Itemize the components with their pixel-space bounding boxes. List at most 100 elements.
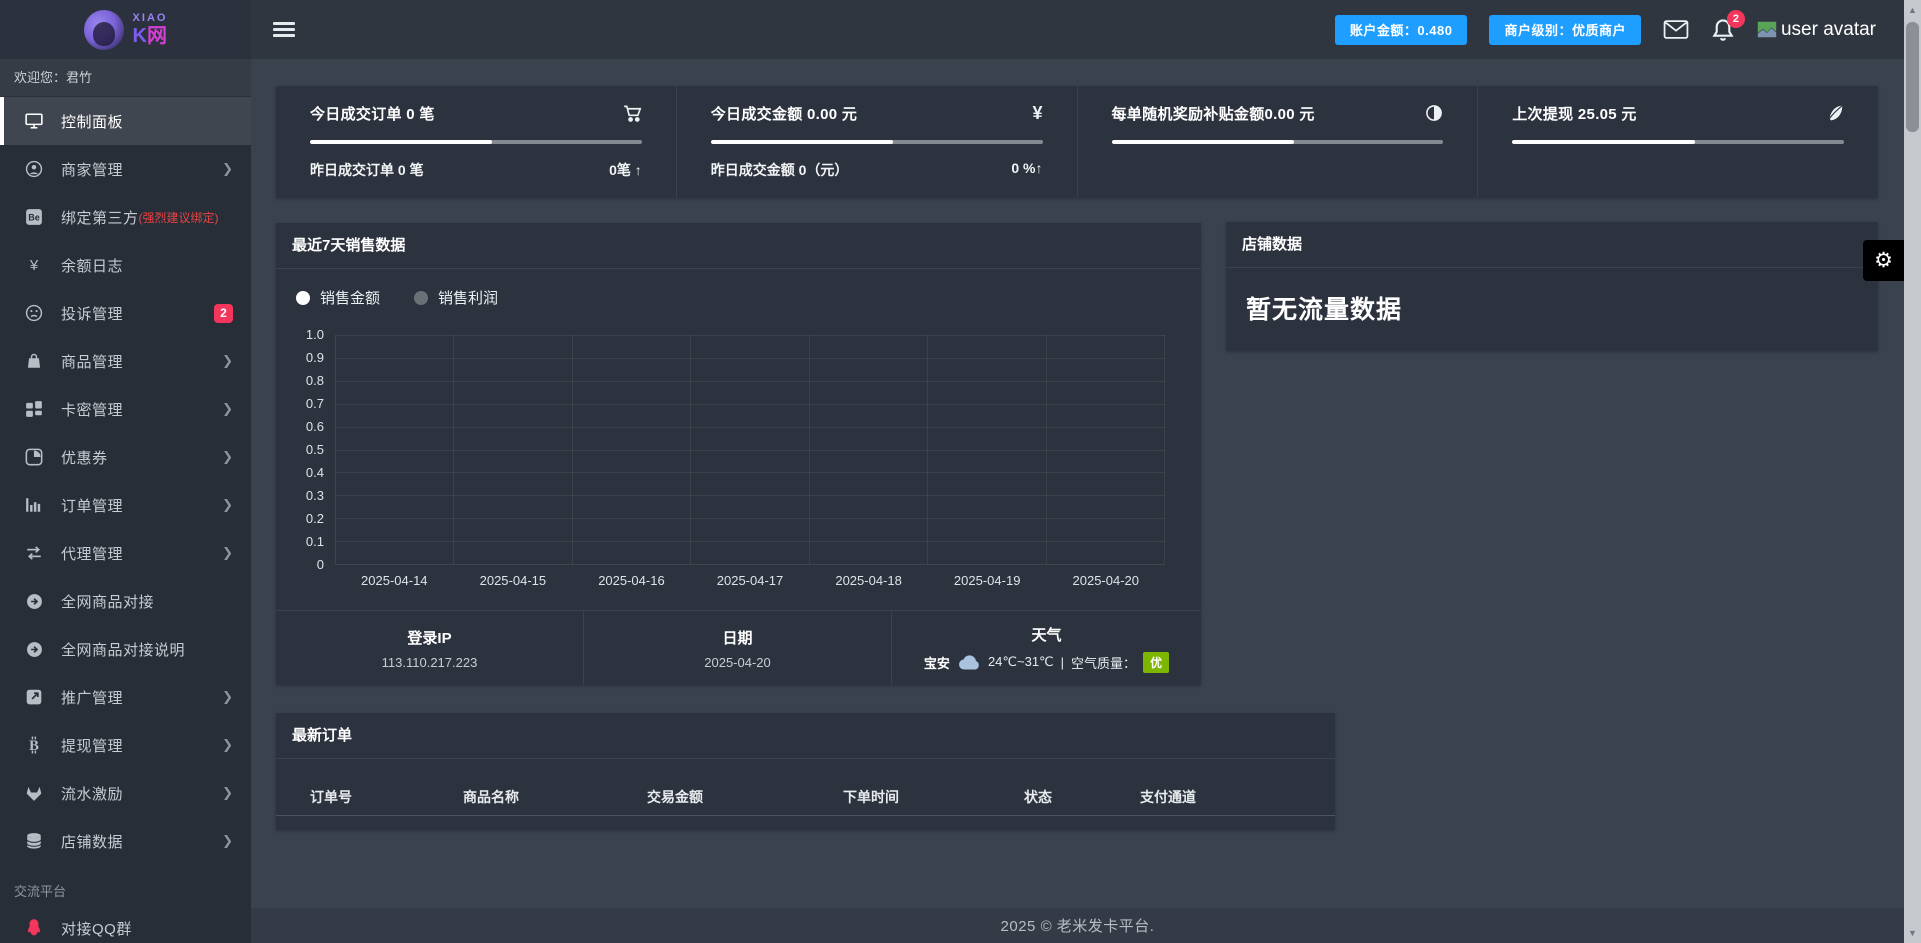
chevron-right-icon: ❯ xyxy=(222,545,233,560)
sidebar-item-complaints[interactable]: 投诉管理 2 xyxy=(0,289,251,337)
shop-panel-title: 店铺数据 xyxy=(1226,222,1878,268)
sidebar-item-dashboard[interactable]: 控制面板 xyxy=(0,97,251,145)
gear-icon: ⚙ xyxy=(1874,249,1893,272)
settings-gear-button[interactable]: ⚙ xyxy=(1863,240,1904,281)
orders-table-header: 订单号 商品名称 交易金额 下单时间 状态 支付通道 xyxy=(276,779,1335,816)
sidebar-item-promotion[interactable]: 推广管理 ❯ xyxy=(0,673,251,721)
database-icon xyxy=(24,832,44,850)
sidebar-item-card-keys[interactable]: 卡密管理 ❯ xyxy=(0,385,251,433)
scroll-down-arrow[interactable]: ▼ xyxy=(1904,925,1921,941)
sidebar-item-merchant[interactable]: 商家管理 ❯ xyxy=(0,145,251,193)
orders-panel-title: 最新订单 xyxy=(276,713,1335,759)
sidebar-item-flow-incentive[interactable]: 流水激励 ❯ xyxy=(0,769,251,817)
chevron-right-icon: ❯ xyxy=(222,497,233,512)
stat-card-last-withdrawal: 上次提现 25.05 元 xyxy=(1477,86,1878,198)
sidebar-item-withdrawal[interactable]: B 提现管理 ❯ xyxy=(0,721,251,769)
qq-penguin-icon xyxy=(24,918,44,938)
legend-item-sales-amount[interactable]: 销售金额 xyxy=(296,287,380,308)
exchange-arrows-icon xyxy=(24,544,44,562)
sidebar-section-label: 交流平台 xyxy=(14,884,67,899)
sidebar-item-balance-log[interactable]: ¥ 余额日志 xyxy=(0,241,251,289)
adjust-icon xyxy=(1425,104,1443,122)
weather-cell: 天气 宝安 24℃~31℃ | 空气质量： 优 xyxy=(891,611,1201,685)
legend-dot xyxy=(296,290,310,305)
latest-orders-panel: 最新订单 订单号 商品名称 交易金额 下单时间 状态 支付通道 xyxy=(276,713,1335,830)
broken-image-icon xyxy=(1757,21,1777,38)
merchant-level-button[interactable]: 商户级别：优质商户 xyxy=(1489,14,1641,45)
chevron-right-icon: ❯ xyxy=(222,353,233,368)
stat-title: 今日成交订单 0 笔 xyxy=(310,105,435,123)
scroll-up-arrow[interactable]: ▲ xyxy=(1904,2,1921,18)
quadrant-icon xyxy=(24,448,44,466)
air-quality-label: 空气质量： xyxy=(1071,655,1137,671)
hamburger-menu-icon[interactable] xyxy=(273,19,295,40)
vertical-scrollbar[interactable]: ▲ ▼ xyxy=(1904,0,1921,943)
topbar: 账户金额：0.480 商户级别：优质商户 2 user avatar xyxy=(251,0,1904,59)
cart-icon xyxy=(623,104,642,123)
bell-icon[interactable]: 2 xyxy=(1711,9,1745,42)
sidebar-item-product-docking-doc[interactable]: 全网商品对接说明 xyxy=(0,625,251,673)
gitlab-icon xyxy=(24,784,44,802)
stat-sub-value: 0 %↑ xyxy=(1011,160,1043,176)
sidebar-item-agents[interactable]: 代理管理 ❯ xyxy=(0,529,251,577)
weather-city: 宝安 xyxy=(923,655,950,671)
chevron-right-icon: ❯ xyxy=(222,449,233,464)
logo[interactable]: XIAO K网 xyxy=(0,0,251,59)
sidebar-item-shop-data[interactable]: 店铺数据 ❯ xyxy=(0,817,251,865)
login-info-row: 登录IP 113.110.217.223 日期 2025-04-20 天气 宝安… xyxy=(276,610,1201,685)
weather-range: 24℃~31℃ xyxy=(987,654,1054,669)
column-pay-channel: 支付通道 xyxy=(1140,789,1196,805)
sidebar-item-product-docking[interactable]: 全网商品对接 xyxy=(0,577,251,625)
chart-plot-area xyxy=(335,335,1165,565)
column-product-name: 商品名称 xyxy=(463,789,519,805)
account-balance-button[interactable]: 账户金额：0.480 xyxy=(1334,14,1468,45)
scrollbar-thumb[interactable] xyxy=(1906,22,1919,132)
stat-card-random-reward: 每单随机奖励补贴金额0.00 元 xyxy=(1076,86,1478,198)
stat-cards-row: 今日成交订单 0 笔 昨日成交订单 0 笔 0笔 ↑ 今日成交金额 0.00 元… xyxy=(276,86,1878,198)
stat-sub-label: 昨日成交金额 0（元） xyxy=(710,162,849,178)
yen-icon: ¥ xyxy=(29,256,39,274)
sidebar-item-qq-group[interactable]: 对接QQ群 xyxy=(0,904,251,943)
copyright-text: 2025 © 老米发卡平台. xyxy=(1000,918,1155,935)
legend-item-sales-profit[interactable]: 销售利润 xyxy=(414,287,498,308)
external-link-icon xyxy=(24,688,44,706)
progress-bar xyxy=(1512,140,1844,144)
desktop-icon xyxy=(24,112,44,130)
frown-icon xyxy=(24,304,44,322)
shop-data-panel: 店铺数据 暂无流量数据 xyxy=(1226,222,1878,351)
cloud-icon xyxy=(958,654,979,669)
mail-icon[interactable] xyxy=(1663,19,1689,40)
chevron-right-icon: ❯ xyxy=(222,785,233,800)
sales-chart-panel: 最近7天销售数据 销售金额 销售利润 1.0 0.9 0.8 0.7 0.6 0.5 0.4… xyxy=(276,223,1201,685)
sidebar-item-bind-thirdparty[interactable]: Be 绑定第三方 (强烈建议绑定) xyxy=(0,193,251,241)
arrow-circle-icon xyxy=(24,641,44,658)
bind-warning-note: (强烈建议绑定) xyxy=(138,210,219,225)
shop-empty-text: 暂无流量数据 xyxy=(1246,296,1403,324)
behance-icon: Be xyxy=(24,208,44,226)
progress-bar xyxy=(710,140,1043,144)
sidebar-item-products[interactable]: 商品管理 ❯ xyxy=(0,337,251,385)
stat-title: 今日成交金额 0.00 元 xyxy=(710,105,858,123)
logo-main-text: K网 xyxy=(132,25,167,47)
svg-text:Be: Be xyxy=(28,212,40,222)
welcome-text: 欢迎您：君竹 xyxy=(0,59,251,97)
user-icon xyxy=(24,160,44,178)
column-order-time: 下单时间 xyxy=(843,789,899,805)
quill-icon xyxy=(1826,104,1844,122)
chevron-right-icon: ❯ xyxy=(222,161,233,176)
chevron-right-icon: ❯ xyxy=(222,401,233,416)
weather-separator: | xyxy=(1060,654,1065,670)
logo-top-text: XIAO xyxy=(132,12,168,24)
avatar-alt-text: user avatar xyxy=(1780,18,1876,40)
stat-title: 上次提现 25.05 元 xyxy=(1512,105,1637,123)
sidebar-item-coupons[interactable]: 优惠券 ❯ xyxy=(0,433,251,481)
chart-x-axis-labels: 2025-04-14 2025-04-15 2025-04-16 2025-04-17… xyxy=(361,573,1139,588)
dashboard-page: XIAO K网 欢迎您：君竹 控制面板 商家管理 ❯ Be 绑定第三方 (强烈建… xyxy=(0,0,1921,943)
chevron-right-icon: ❯ xyxy=(222,833,233,848)
chart-bar-icon xyxy=(24,496,44,514)
sidebar-item-orders[interactable]: 订单管理 ❯ xyxy=(0,481,251,529)
user-avatar[interactable]: user avatar xyxy=(1757,19,1876,41)
shopping-bag-icon xyxy=(24,352,44,370)
chevron-right-icon: ❯ xyxy=(222,689,233,704)
yen-icon: ¥ xyxy=(1032,102,1043,123)
